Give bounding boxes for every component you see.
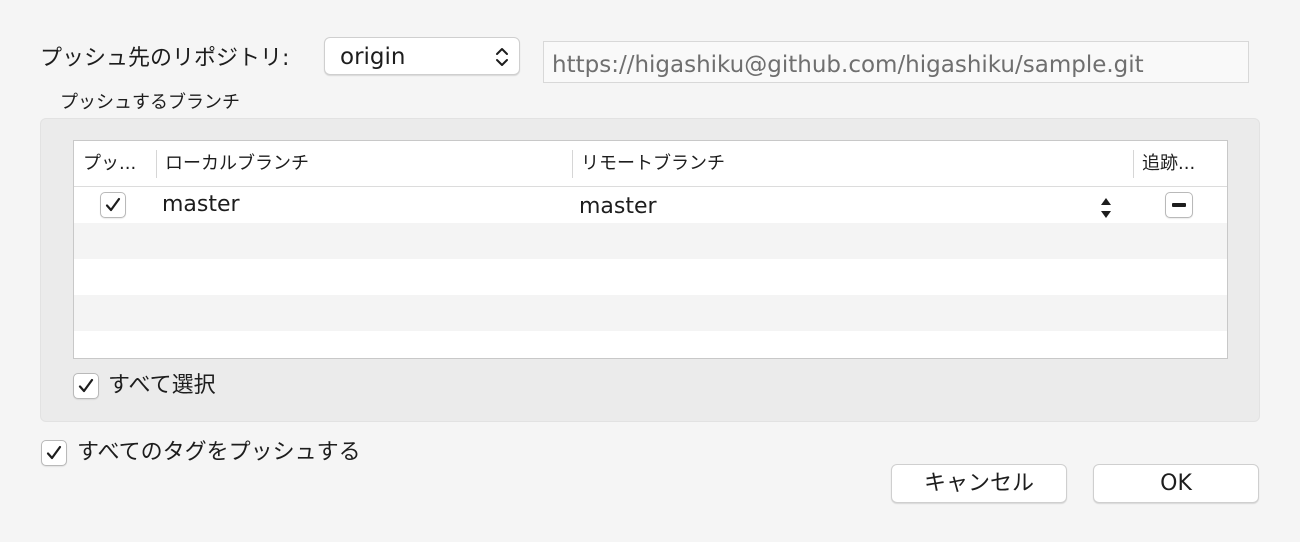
select-all-checkbox[interactable] <box>73 373 99 399</box>
push-all-tags-label[interactable]: すべてのタグをプッシュする <box>77 438 361 468</box>
repository-select-value: origin <box>340 44 406 70</box>
checkmark-icon <box>105 197 121 212</box>
row-track-checkbox-mixed[interactable] <box>1165 192 1193 218</box>
branch-group-title: プッシュするブランチ <box>60 92 240 113</box>
column-header-push[interactable]: プッ... <box>74 141 156 186</box>
remote-branch-stepper-icon[interactable] <box>1099 195 1113 221</box>
table-row-empty <box>74 331 1227 358</box>
column-header-track[interactable]: 追跡... <box>1133 141 1227 186</box>
checkmark-icon <box>78 378 94 393</box>
table-row[interactable]: master master <box>74 187 1227 223</box>
push-all-tags-checkbox[interactable] <box>41 440 67 466</box>
repository-select[interactable]: origin <box>324 37 520 75</box>
ok-button[interactable]: OK <box>1093 464 1259 503</box>
select-updown-icon <box>496 48 508 66</box>
select-all-label[interactable]: すべて選択 <box>108 371 216 401</box>
row-push-checkbox[interactable] <box>100 192 126 218</box>
table-row-empty <box>74 223 1227 259</box>
row-remote-branch[interactable]: master <box>579 189 657 225</box>
table-header: プッ... ローカルブランチ リモートブランチ 追跡... <box>74 141 1227 187</box>
push-dialog: プッシュ先のリポジトリ: origin https://higashiku@gi… <box>0 0 1300 542</box>
cancel-button[interactable]: キャンセル <box>891 464 1067 503</box>
table-row-empty <box>74 295 1227 331</box>
table-row-empty <box>74 259 1227 295</box>
branch-table: プッ... ローカルブランチ リモートブランチ 追跡... master mas… <box>73 140 1228 359</box>
column-header-remote-branch[interactable]: リモートブランチ <box>572 141 1133 186</box>
repository-label: プッシュ先のリポジトリ: <box>40 46 290 71</box>
column-header-local-branch[interactable]: ローカルブランチ <box>156 141 572 186</box>
checkmark-icon <box>46 445 62 460</box>
row-local-branch: master <box>162 192 240 217</box>
repository-url-field[interactable]: https://higashiku@github.com/higashiku/s… <box>543 41 1249 83</box>
